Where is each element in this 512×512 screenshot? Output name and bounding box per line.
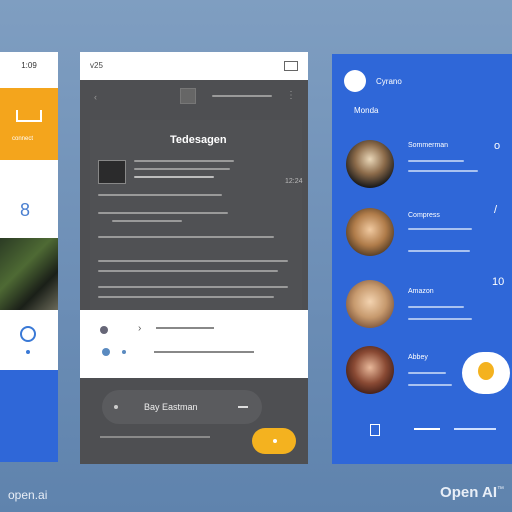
contact-name: Amazon bbox=[408, 288, 434, 295]
media-line bbox=[154, 351, 254, 353]
footer-tab[interactable] bbox=[454, 428, 496, 430]
yellow-action-button[interactable] bbox=[462, 352, 510, 394]
text-line bbox=[98, 296, 274, 298]
thumbnail[interactable] bbox=[98, 160, 126, 184]
contact-line bbox=[408, 384, 452, 386]
avatar bbox=[346, 280, 394, 328]
action-button[interactable] bbox=[252, 428, 296, 454]
left-orange-card[interactable]: connect bbox=[0, 88, 58, 160]
trademark-mark: ™ bbox=[497, 486, 504, 493]
contact-line bbox=[408, 318, 472, 320]
window-icon[interactable] bbox=[284, 61, 298, 71]
more-icon[interactable]: ⋮ bbox=[286, 90, 296, 101]
crown-icon bbox=[16, 110, 42, 122]
contact-name: Compress bbox=[408, 212, 440, 219]
contact-line bbox=[408, 250, 470, 252]
media-section: › bbox=[80, 310, 308, 378]
orange-card-label: connect bbox=[12, 136, 34, 142]
content-card: Tedesagen 12:24 bbox=[90, 120, 303, 320]
contact-line bbox=[408, 170, 478, 172]
left-top-label: 1:09 bbox=[21, 61, 37, 70]
avatar bbox=[346, 346, 394, 394]
star-icon bbox=[478, 362, 494, 380]
contact-name: Sommerman bbox=[408, 142, 449, 149]
user-name: Cyrano bbox=[376, 77, 402, 86]
text-line bbox=[98, 212, 228, 214]
dot-icon bbox=[273, 439, 277, 443]
text-line bbox=[134, 168, 230, 170]
contact-name: Abbey bbox=[408, 354, 428, 361]
player-pill[interactable]: Bay Eastman bbox=[102, 390, 262, 424]
brand-right: Open AI™ bbox=[440, 484, 504, 501]
card-title: Tedesagen bbox=[170, 134, 227, 146]
user-avatar[interactable] bbox=[344, 70, 366, 92]
contact-line bbox=[408, 372, 446, 374]
calendar-icon[interactable] bbox=[180, 88, 196, 104]
play-icon[interactable] bbox=[100, 326, 108, 334]
text-line bbox=[98, 260, 288, 262]
text-line bbox=[98, 270, 278, 272]
text-line bbox=[134, 160, 234, 162]
center-panel: v25 ‹ ⋮ Tedesagen 12:24 › Bay Eastman bbox=[80, 52, 308, 464]
contact-line bbox=[408, 306, 464, 308]
right-panel: Cyrano Monda Sommerman o Compress / Amaz… bbox=[332, 54, 512, 464]
contact-row[interactable]: Sommerman o bbox=[332, 136, 512, 196]
contact-row[interactable]: Amazon 10 bbox=[332, 276, 512, 336]
section-label: Monda bbox=[354, 106, 379, 115]
footer-tab[interactable] bbox=[414, 428, 440, 430]
record-icon[interactable] bbox=[102, 348, 110, 356]
center-header: v25 bbox=[80, 52, 308, 80]
ring-icon[interactable]: 8 bbox=[20, 200, 30, 221]
text-line bbox=[112, 220, 182, 222]
player-text: Bay Eastman bbox=[144, 402, 198, 412]
device-icon[interactable] bbox=[370, 424, 380, 436]
left-panel: 1:09 connect 8 bbox=[0, 52, 58, 462]
toolbar-title-line bbox=[212, 95, 272, 97]
arrow-icon[interactable]: › bbox=[138, 323, 141, 334]
center-toolbar: ‹ ⋮ bbox=[80, 80, 308, 120]
contact-badge: 10 bbox=[492, 276, 505, 288]
text-line bbox=[98, 286, 288, 288]
dot-icon bbox=[122, 350, 126, 354]
dot-icon bbox=[26, 350, 30, 354]
brand-right-text: Open AI bbox=[440, 484, 497, 501]
contact-badge: / bbox=[494, 204, 498, 216]
text-line bbox=[98, 236, 274, 238]
contact-row[interactable]: Compress / bbox=[332, 204, 512, 264]
contact-line bbox=[408, 228, 472, 230]
minus-icon[interactable] bbox=[238, 406, 248, 408]
avatar bbox=[346, 140, 394, 188]
dot-icon bbox=[114, 405, 118, 409]
left-bottom-bar bbox=[0, 370, 58, 462]
radio-icon[interactable] bbox=[20, 326, 36, 342]
brand-left: open.ai bbox=[8, 488, 48, 502]
timestamp: 12:24 bbox=[285, 178, 303, 185]
header-label: v25 bbox=[90, 61, 103, 70]
avatar bbox=[346, 208, 394, 256]
left-photo[interactable] bbox=[0, 238, 58, 310]
text-line bbox=[98, 194, 222, 196]
media-line bbox=[156, 327, 214, 329]
footer-line bbox=[100, 436, 210, 438]
back-icon[interactable]: ‹ bbox=[94, 92, 97, 102]
text-line bbox=[134, 176, 214, 178]
contact-line bbox=[408, 160, 464, 162]
contact-badge: o bbox=[494, 140, 501, 152]
